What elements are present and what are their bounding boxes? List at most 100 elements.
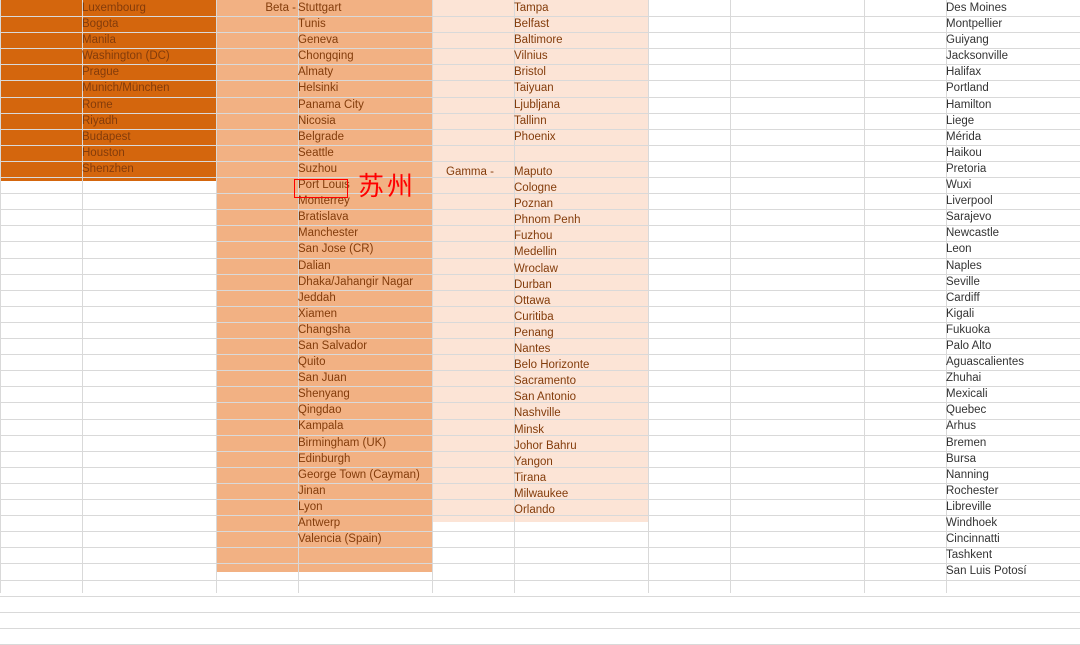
- list-item[interactable]: San Jose (CR): [298, 241, 432, 257]
- list-item[interactable]: Mexicali: [946, 386, 1080, 402]
- list-item[interactable]: Almaty: [298, 64, 432, 80]
- list-item[interactable]: Houston: [82, 145, 216, 161]
- list-item[interactable]: San Salvador: [298, 338, 432, 354]
- list-item[interactable]: Belo Horizonte: [514, 357, 648, 373]
- list-item[interactable]: Budapest: [82, 129, 216, 145]
- list-item[interactable]: Ljubljana: [514, 97, 648, 113]
- list-item[interactable]: Manila: [82, 32, 216, 48]
- list-item[interactable]: Rochester: [946, 483, 1080, 499]
- list-item[interactable]: Hamilton: [946, 97, 1080, 113]
- list-item[interactable]: Quito: [298, 354, 432, 370]
- list-item[interactable]: Panama City: [298, 97, 432, 113]
- list-item[interactable]: Phoenix: [514, 129, 648, 145]
- list-item[interactable]: Poznan: [514, 196, 648, 212]
- list-item[interactable]: Aguascalientes: [946, 354, 1080, 370]
- list-item[interactable]: Windhoek: [946, 515, 1080, 531]
- list-item[interactable]: Medellin: [514, 244, 648, 260]
- list-item[interactable]: Yangon: [514, 454, 648, 470]
- list-item[interactable]: Des Moines: [946, 0, 1080, 16]
- list-item[interactable]: Naples: [946, 258, 1080, 274]
- list-item[interactable]: Seattle: [298, 145, 432, 161]
- list-item[interactable]: Birmingham (UK): [298, 435, 432, 451]
- list-item[interactable]: Stuttgart: [298, 0, 432, 16]
- list-item[interactable]: Haikou: [946, 145, 1080, 161]
- list-item[interactable]: Jacksonville: [946, 48, 1080, 64]
- list-item[interactable]: Munich/München: [82, 80, 216, 96]
- list-item[interactable]: Ottawa: [514, 293, 648, 309]
- list-item[interactable]: Bristol: [514, 64, 648, 80]
- list-item[interactable]: Lyon: [298, 499, 432, 515]
- list-item[interactable]: Leon: [946, 241, 1080, 257]
- list-item[interactable]: Nantes: [514, 341, 648, 357]
- list-item[interactable]: Libreville: [946, 499, 1080, 515]
- list-item[interactable]: Helsinki: [298, 80, 432, 96]
- list-item[interactable]: Dalian: [298, 258, 432, 274]
- list-item[interactable]: Nashville: [514, 405, 648, 421]
- list-item[interactable]: Tashkent: [946, 547, 1080, 563]
- list-item[interactable]: Bursa: [946, 451, 1080, 467]
- list-item[interactable]: Wuxi: [946, 177, 1080, 193]
- list-item[interactable]: Milwaukee: [514, 486, 648, 502]
- list-item[interactable]: Seville: [946, 274, 1080, 290]
- list-item[interactable]: Antwerp: [298, 515, 432, 531]
- list-item[interactable]: Belgrade: [298, 129, 432, 145]
- list-item[interactable]: Belfast: [514, 16, 648, 32]
- list-item[interactable]: Tirana: [514, 470, 648, 486]
- list-item[interactable]: Shenyang: [298, 386, 432, 402]
- list-item[interactable]: Newcastle: [946, 225, 1080, 241]
- list-item[interactable]: Fuzhou: [514, 228, 648, 244]
- list-item[interactable]: Mérida: [946, 129, 1080, 145]
- list-item[interactable]: Nicosia: [298, 113, 432, 129]
- list-item[interactable]: Bratislava: [298, 209, 432, 225]
- list-item[interactable]: Liege: [946, 113, 1080, 129]
- list-item[interactable]: San Antonio: [514, 389, 648, 405]
- list-item[interactable]: Vilnius: [514, 48, 648, 64]
- list-item[interactable]: Valencia (Spain): [298, 531, 432, 547]
- list-item[interactable]: Fukuoka: [946, 322, 1080, 338]
- list-item[interactable]: San Luis Potosí: [946, 563, 1080, 579]
- list-item[interactable]: Rome: [82, 97, 216, 113]
- list-item[interactable]: Jinan: [298, 483, 432, 499]
- list-item[interactable]: Halifax: [946, 64, 1080, 80]
- list-item[interactable]: Luxembourg: [82, 0, 216, 16]
- list-item[interactable]: George Town (Cayman): [298, 467, 432, 483]
- list-item[interactable]: San Juan: [298, 370, 432, 386]
- list-item[interactable]: Tallinn: [514, 113, 648, 129]
- list-item[interactable]: Nanning: [946, 467, 1080, 483]
- list-item[interactable]: Chongqing: [298, 48, 432, 64]
- list-item[interactable]: Jeddah: [298, 290, 432, 306]
- list-item[interactable]: Orlando: [514, 502, 648, 518]
- list-item[interactable]: Shenzhen: [82, 161, 216, 177]
- list-item[interactable]: Tampa: [514, 0, 648, 16]
- list-item[interactable]: Prague: [82, 64, 216, 80]
- list-item[interactable]: Geneva: [298, 32, 432, 48]
- list-item[interactable]: Cincinnatti: [946, 531, 1080, 547]
- list-item[interactable]: Minsk: [514, 422, 648, 438]
- list-item[interactable]: Montpellier: [946, 16, 1080, 32]
- list-item[interactable]: Cologne: [514, 180, 648, 196]
- list-item[interactable]: Portland: [946, 80, 1080, 96]
- list-item[interactable]: Riyadh: [82, 113, 216, 129]
- list-item[interactable]: Johor Bahru: [514, 438, 648, 454]
- list-item[interactable]: Changsha: [298, 322, 432, 338]
- list-item[interactable]: Wroclaw: [514, 261, 648, 277]
- list-item[interactable]: Bremen: [946, 435, 1080, 451]
- list-item[interactable]: Dhaka/Jahangir Nagar: [298, 274, 432, 290]
- list-item[interactable]: Sarajevo: [946, 209, 1080, 225]
- list-item[interactable]: Manchester: [298, 225, 432, 241]
- list-item[interactable]: Penang: [514, 325, 648, 341]
- list-item[interactable]: Taiyuan: [514, 80, 648, 96]
- list-item[interactable]: Liverpool: [946, 193, 1080, 209]
- list-item[interactable]: Xiamen: [298, 306, 432, 322]
- list-item[interactable]: Cardiff: [946, 290, 1080, 306]
- list-item[interactable]: Kampala: [298, 418, 432, 434]
- list-item[interactable]: Baltimore: [514, 32, 648, 48]
- list-item[interactable]: Maputo: [514, 164, 648, 180]
- list-item[interactable]: Tunis: [298, 16, 432, 32]
- list-item[interactable]: Phnom Penh: [514, 212, 648, 228]
- list-item[interactable]: Zhuhai: [946, 370, 1080, 386]
- list-item[interactable]: Edinburgh: [298, 451, 432, 467]
- list-item[interactable]: Bogota: [82, 16, 216, 32]
- list-item[interactable]: Washington (DC): [82, 48, 216, 64]
- list-item[interactable]: Guiyang: [946, 32, 1080, 48]
